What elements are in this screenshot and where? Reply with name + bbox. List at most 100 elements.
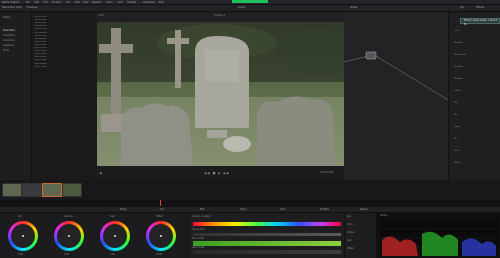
color-wheel-center <box>57 224 81 248</box>
curves-panel: Curves - Custom Hue vs Hue Hue vs Sat Lu… <box>188 213 344 258</box>
menu-item-help[interactable]: Help <box>159 1 164 5</box>
hue-curve-bar[interactable] <box>193 222 341 226</box>
wheel-value-lift[interactable]: 0.00 <box>18 253 23 256</box>
toolbar-effects-button[interactable]: Effects <box>476 6 484 10</box>
menu-item-trim[interactable]: Trim <box>43 1 48 5</box>
key-title: Key <box>347 215 351 218</box>
color-wheels-panel: Lift 0.00 Gamma 0.00 Gain 1.00 Offset 25.00 <box>0 213 188 258</box>
nav-tab-deliver[interactable]: Deliver <box>360 208 368 212</box>
toolbar-center-title: Grade <box>238 6 246 9</box>
clip-thumbnail[interactable] <box>22 183 42 197</box>
toolbar-nodes-button[interactable]: Nodes <box>350 6 358 10</box>
key-panel: Key Input Output Gain Offset <box>344 213 376 258</box>
right-panel-item-color[interactable]: Color <box>454 30 459 32</box>
key-row-gain: Gain <box>347 239 353 242</box>
wheel-puck[interactable] <box>22 235 24 237</box>
graveyard-scene-image <box>97 22 344 166</box>
curves-tab-hue-sat[interactable]: Hue vs Sat <box>192 237 204 240</box>
bottom-toolbar: Media Cut Edit Fusion Color Fairlight Deliver <box>0 206 500 213</box>
wheel-puck[interactable] <box>114 235 116 237</box>
right-panel-item-gallery[interactable]: Gallery <box>454 162 461 164</box>
node-editor[interactable] <box>343 12 449 180</box>
toolbar-clips-button[interactable]: Clips <box>16 6 22 10</box>
viewer-zoom[interactable]: 100% <box>98 14 104 17</box>
nav-tab-cut[interactable]: Cut <box>160 208 164 212</box>
menu-item-mark[interactable]: Mark <box>75 1 80 5</box>
right-panel-item-blur[interactable]: Blur <box>454 102 458 104</box>
menu-item-timeline[interactable]: Timeline <box>52 1 61 5</box>
curves-tab-lum-sat[interactable]: Lum vs Sat <box>192 246 204 249</box>
curves-title: Curves - Custom <box>192 215 211 218</box>
wheel-value-offset[interactable]: 25.00 <box>156 253 162 256</box>
right-panel-item-3d[interactable]: 3D <box>454 138 457 140</box>
curves-tab-hue-hue[interactable]: Hue vs Hue <box>192 228 205 231</box>
sidebar-item-master[interactable]: Master <box>3 16 10 19</box>
nav-tab-fairlight[interactable]: Fairlight <box>320 208 329 212</box>
menu-item-color[interactable]: Color <box>117 1 123 5</box>
menu-item-workspace[interactable]: Workspace <box>143 1 155 5</box>
menu-item-edit[interactable]: Edit <box>35 1 39 5</box>
wheel-value-gamma[interactable]: 0.00 <box>64 253 69 256</box>
nav-tab-color[interactable]: Color <box>280 208 286 212</box>
nav-tab-fusion[interactable]: Fusion <box>240 208 247 212</box>
color-wheel-center <box>149 224 173 248</box>
wheel-puck[interactable] <box>160 235 162 237</box>
right-panel-item-sizing[interactable]: Sizing <box>454 126 460 128</box>
clip-thumbnail[interactable] <box>2 183 22 197</box>
clip-thumbnail-selected[interactable] <box>42 183 62 197</box>
wheel-label-gamma: Gamma <box>64 215 73 218</box>
color-wheel-lift[interactable] <box>8 221 38 251</box>
nav-tab-edit[interactable]: Edit <box>200 208 204 212</box>
sidebar-item-smart-bins[interactable]: Smart Bins <box>3 34 15 37</box>
menu-item-davinci-resolve[interactable]: DaVinci Resolve <box>2 1 19 5</box>
wheel-puck[interactable] <box>68 235 70 237</box>
sidebar-item-power-bins[interactable]: Power Bins <box>3 29 15 32</box>
mini-timeline[interactable] <box>96 180 500 200</box>
menu-item-view[interactable]: View <box>83 1 88 5</box>
menu-item-clip[interactable]: Clip <box>66 1 70 5</box>
media-list: Clip 001.mov Clip 002.mov Clip 003.mov Clip… <box>32 12 96 180</box>
menu-item-file[interactable]: File <box>26 1 30 5</box>
transport-controls[interactable]: ◀◀ ■ ▶ ▶▶ <box>204 171 230 175</box>
viewer-image[interactable] <box>97 22 344 166</box>
playhead-icon[interactable]: ▶ <box>100 171 102 175</box>
toolbar-media-pool-button[interactable]: Media Pool <box>2 6 15 10</box>
wheel-value-gain[interactable]: 1.00 <box>110 253 115 256</box>
list-item[interactable]: Clip 017.mov <box>34 66 94 69</box>
right-panel-item-key[interactable]: Key <box>454 114 458 116</box>
right-panel-item-tracker[interactable]: Tracker <box>454 90 462 92</box>
toolbar-timelines-button[interactable]: Timelines <box>26 6 37 10</box>
color-wheel-gain[interactable] <box>100 221 130 251</box>
color-wheel-center <box>11 224 35 248</box>
menu-item-playback[interactable]: Playback <box>92 1 102 5</box>
rgb-parade-scope <box>380 220 498 256</box>
viewer-timecode: 01:00:12:08 <box>320 171 334 174</box>
color-wheel-center <box>103 224 127 248</box>
key-row-input: Input <box>347 223 353 226</box>
wheel-label-offset: Offset <box>156 215 163 218</box>
green-bar[interactable] <box>193 241 341 246</box>
nav-tab-media[interactable]: Media <box>120 208 127 212</box>
menu-item-fairlight[interactable]: Fairlight <box>127 1 136 5</box>
color-wheel-offset[interactable] <box>146 221 176 251</box>
right-panel: Color Grading Magic Mask Qualifier Window Tra… <box>448 12 500 180</box>
media-sidebar: Master Power Bins Smart Bins Collections… <box>0 12 32 180</box>
node-01[interactable] <box>366 52 376 59</box>
color-wheel-gamma[interactable] <box>54 221 84 251</box>
clip-thumbnails <box>0 180 96 200</box>
menu-item-fusion[interactable]: Fusion <box>106 1 113 5</box>
right-panel-item-stills[interactable]: Stills <box>454 150 459 152</box>
clip-thumbnail[interactable] <box>62 183 82 197</box>
tooltip: Edit or Learn Clues ↓ Pennil B... <box>460 18 500 26</box>
sidebar-item-faces[interactable]: Faces <box>3 49 9 52</box>
right-panel-item-grading[interactable]: Grading <box>454 42 462 44</box>
sidebar-item-keywords[interactable]: Keywords <box>3 44 13 47</box>
toolbar-clip-button[interactable]: Clip <box>460 6 465 10</box>
right-panel-item-magic-mask[interactable]: Magic Mask <box>454 54 466 56</box>
sidebar-item-collections[interactable]: Collections <box>3 39 15 42</box>
right-panel-item-qualifier[interactable]: Qualifier <box>454 66 463 68</box>
lum-bar[interactable] <box>193 250 341 254</box>
key-row-output: Output <box>347 231 355 234</box>
sat-bar[interactable] <box>193 233 341 236</box>
right-panel-item-window[interactable]: Window <box>454 78 462 80</box>
